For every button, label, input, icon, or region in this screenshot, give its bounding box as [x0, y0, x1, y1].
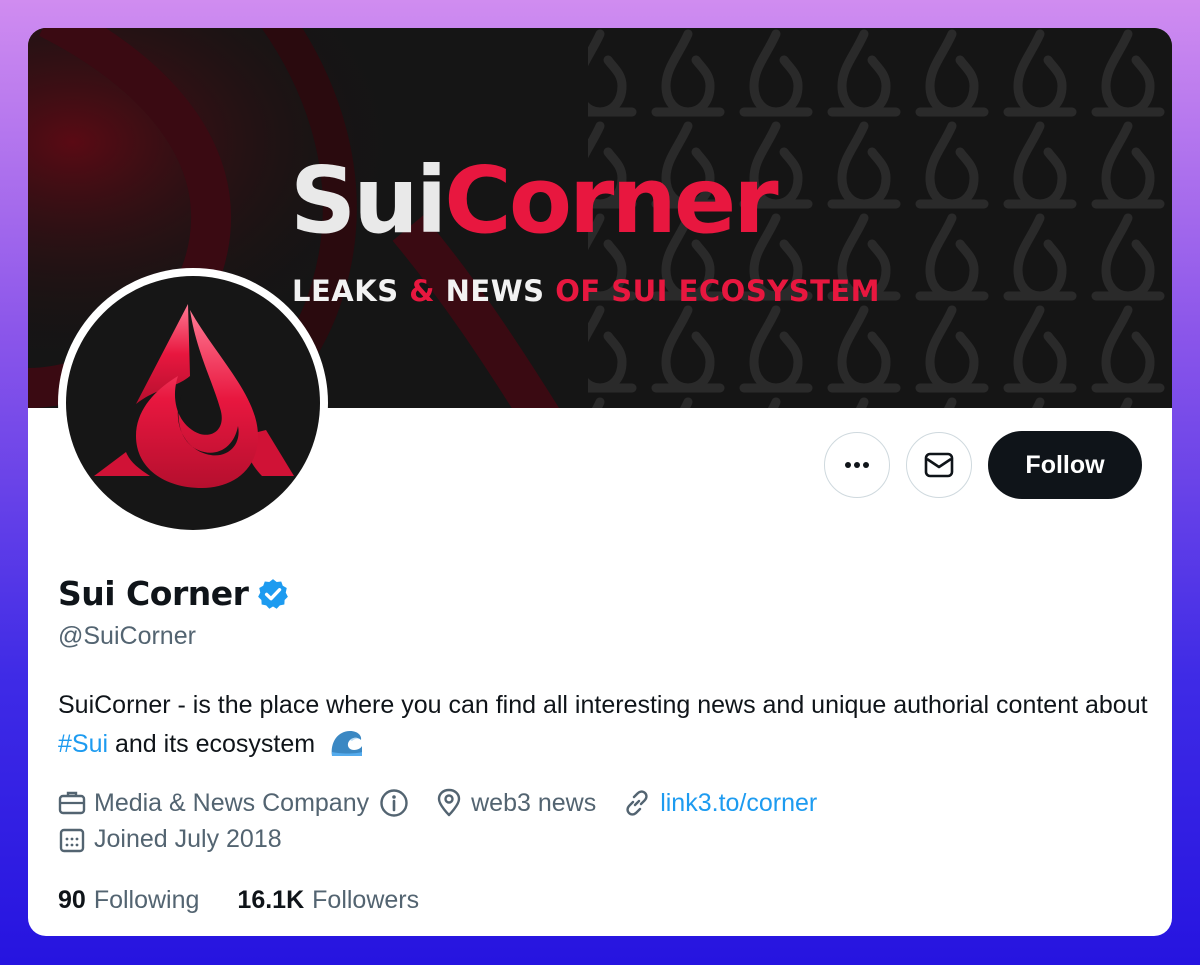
profile-name-row: Sui Corner: [58, 574, 290, 613]
followers-label: Followers: [312, 886, 420, 914]
following-count: 90: [58, 886, 86, 914]
more-icon: [845, 462, 869, 468]
info-icon[interactable]: [379, 788, 409, 818]
location-pin-icon: [437, 788, 461, 817]
profile-handle: @SuiCorner: [58, 622, 196, 650]
profile-actions: Follow: [824, 431, 1142, 499]
banner-sub-ecosystem: OF SUI ECOSYSTEM: [555, 274, 881, 308]
banner-title-sui: Sui: [290, 147, 447, 254]
avatar-image: [66, 276, 320, 530]
banner-title: SuiCorner: [290, 146, 779, 256]
profile-bio: SuiCorner - is the place where you can f…: [58, 686, 1148, 764]
banner-sub-leaks: LEAKS: [292, 274, 399, 308]
following-stat[interactable]: 90 Following: [58, 886, 199, 915]
website-link[interactable]: link3.to/corner: [660, 789, 817, 818]
banner-sub-amp: &: [409, 274, 435, 308]
banner-sub-news: NEWS: [445, 274, 545, 308]
avatar[interactable]: [58, 268, 328, 538]
calendar-icon: [59, 828, 85, 852]
location-item: web3 news: [435, 788, 596, 818]
link-icon: [626, 790, 648, 816]
followers-stat[interactable]: 16.1K Followers: [237, 886, 419, 915]
category-label: Media & News Company: [94, 788, 370, 817]
verified-badge-icon[interactable]: [256, 577, 290, 611]
bio-hashtag-link[interactable]: #Sui: [58, 730, 108, 758]
message-button[interactable]: [906, 432, 972, 498]
suicorner-logo-icon: [94, 304, 294, 488]
more-button[interactable]: [824, 432, 890, 498]
profile-card: SuiCorner LEAKS & NEWS OF SUI ECOSYSTEM: [28, 28, 1172, 936]
bio-text-end: and its ecosystem: [108, 730, 316, 758]
profile-stats: 90 Following 16.1K Followers: [58, 886, 457, 915]
following-label: Following: [93, 886, 200, 914]
briefcase-icon: [58, 791, 86, 815]
joined-item: Joined July 2018: [58, 825, 282, 854]
bio-text: SuiCorner - is the place where you can f…: [58, 691, 1148, 719]
banner-subtitle: LEAKS & NEWS OF SUI ECOSYSTEM: [292, 274, 880, 308]
location-label: web3 news: [471, 788, 597, 817]
category-item: Media & News Company: [58, 788, 409, 818]
followers-count: 16.1K: [237, 886, 305, 914]
mail-icon: [924, 452, 954, 478]
follow-button[interactable]: Follow: [988, 431, 1142, 499]
profile-joined-row: Joined July 2018: [58, 825, 308, 854]
banner-title-corner: Corner: [444, 147, 778, 254]
website-item: link3.to/corner: [622, 788, 817, 818]
profile-meta-row: Media & News Company web3 news link3.to/…: [58, 788, 843, 818]
profile-name: Sui Corner: [58, 574, 249, 613]
wave-emoji-icon: [331, 731, 363, 756]
joined-label: Joined July 2018: [94, 825, 282, 853]
